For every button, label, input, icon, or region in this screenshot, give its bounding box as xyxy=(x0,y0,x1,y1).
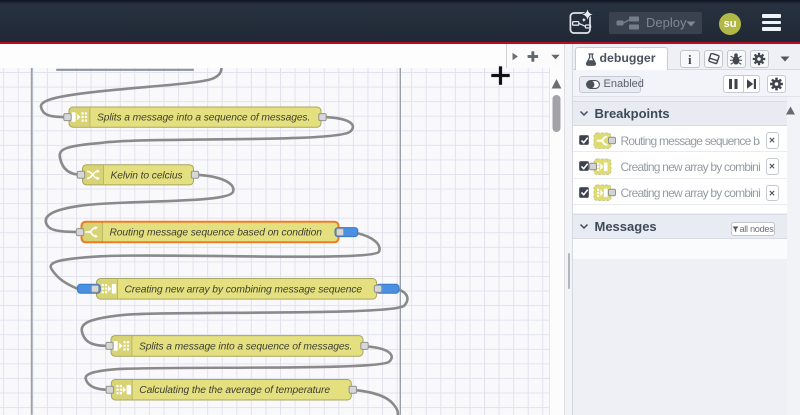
svg-text:Routing message sequence based: Routing message sequence based on condit… xyxy=(110,228,323,239)
svg-text:Splits a message into a sequen: Splits a message into a sequence of mess… xyxy=(97,113,310,124)
svg-text:Creating new array by combinin: Creating new array by combining message … xyxy=(125,284,363,295)
svg-text:Calculating the the average of: Calculating the the average of temperatu… xyxy=(139,385,330,396)
svg-text:Splits a message into a sequen: Splits a message into a sequence of mess… xyxy=(139,342,352,353)
svg-text:Kelvin to celcius: Kelvin to celcius xyxy=(111,170,183,181)
